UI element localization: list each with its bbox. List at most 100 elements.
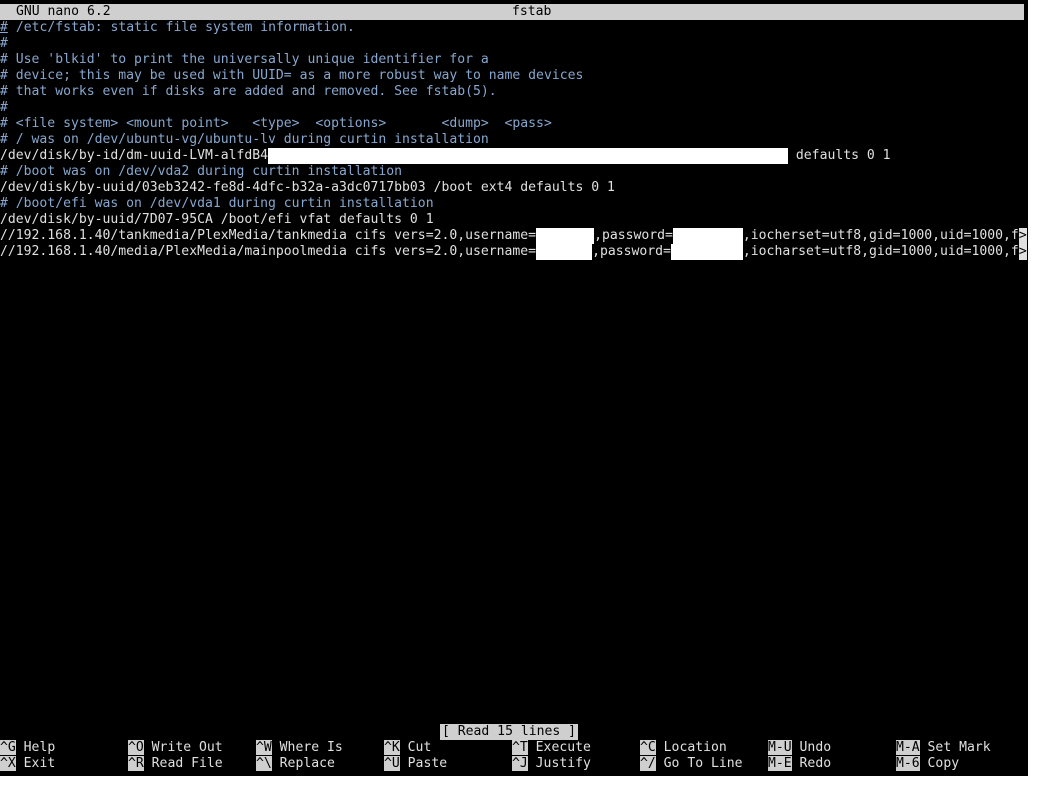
line-text: # <box>0 52 8 67</box>
line-text: /etc/fstab: static file system informati… <box>8 20 355 35</box>
redacted-block <box>536 228 595 244</box>
line-text: /dev/disk/by-id/dm-uuid-LVM-alfdB4 <box>0 148 269 163</box>
shortcut-location[interactable]: ^C Location <box>640 740 727 756</box>
line-text: Use 'blkid' to print the universally uni… <box>7 52 489 67</box>
line-text: /boot was on /dev/vda2 during curtin ins… <box>7 164 403 179</box>
editor-line[interactable]: # /boot/efi was on /dev/vda1 during curt… <box>0 196 434 212</box>
shortcut-label: Go To Line <box>663 756 743 771</box>
nano-title-bar: GNU nano 6.2 fstab <box>0 4 1024 20</box>
status-message: [ Read 15 lines ] <box>440 724 579 740</box>
line-text: ,password= <box>592 244 671 259</box>
shortcut-label: Set Mark <box>927 740 991 755</box>
shortcut-key: ^T <box>512 740 528 755</box>
file-name: fstab <box>512 4 552 19</box>
shortcut-paste[interactable]: ^U Paste <box>384 756 447 772</box>
line-text: # <box>0 68 8 83</box>
shortcut-read-file[interactable]: ^R Read File <box>128 756 223 772</box>
editor-line[interactable]: /dev/disk/by-id/dm-uuid-LVM-alfdB4 defau… <box>0 148 891 164</box>
shortcut-label: Where Is <box>279 740 343 755</box>
shortcut-execute[interactable]: ^T Execute <box>512 740 591 756</box>
line-text: that works even if disks are added and r… <box>7 84 497 99</box>
line-text: # <box>0 100 8 115</box>
redacted-block <box>268 148 789 164</box>
editor-line[interactable]: # / was on /dev/ubuntu-vg/ubuntu-lv duri… <box>0 132 489 148</box>
shortcut-redo[interactable]: M-E Redo <box>768 756 831 772</box>
shortcut-go-to-line[interactable]: ^/ Go To Line <box>640 756 743 772</box>
line-text: ,iocherset=utf8,gid=1000,uid=1000,f <box>742 228 1019 243</box>
shortcut-replace[interactable]: ^\ Replace <box>256 756 335 772</box>
editor-line[interactable]: # device; this may be used with UUID= as… <box>0 68 583 84</box>
shortcut-exit[interactable]: ^X Exit <box>0 756 55 772</box>
editor-line[interactable]: //192.168.1.40/media/PlexMedia/mainpoolm… <box>0 244 1027 260</box>
shortcut-label: Read File <box>151 756 223 771</box>
shortcut-label: Execute <box>535 740 591 755</box>
shortcut-label: Location <box>663 740 727 755</box>
line-text: # <box>0 116 8 131</box>
shortcut-key: ^K <box>384 740 400 755</box>
editor-line[interactable]: //192.168.1.40/tankmedia/PlexMedia/tankm… <box>0 228 1027 244</box>
shortcut-key: ^U <box>384 756 400 771</box>
shortcut-key: ^X <box>0 756 16 771</box>
shortcut-label: Replace <box>279 756 335 771</box>
terminal-window: GNU nano 6.2 fstab # /etc/fstab: static … <box>0 0 1028 776</box>
line-text: ,password= <box>594 228 673 243</box>
redacted-block <box>672 228 743 244</box>
shortcut-key: ^J <box>512 756 528 771</box>
line-text: <file system> <mount point> <type> <opti… <box>7 116 552 131</box>
shortcut-justify[interactable]: ^J Justify <box>512 756 591 772</box>
shortcut-label: Write Out <box>151 740 223 755</box>
line-text: # <box>0 36 8 51</box>
redacted-block <box>670 244 743 260</box>
shortcut-key: ^C <box>640 740 656 755</box>
shortcut-key: M-E <box>768 756 792 771</box>
shortcut-key: ^\ <box>256 756 272 771</box>
shortcut-where-is[interactable]: ^W Where Is <box>256 740 343 756</box>
line-text: # <box>0 164 8 179</box>
shortcut-key: ^R <box>128 756 144 771</box>
editor-line[interactable]: /dev/disk/by-uuid/03eb3242-fe8d-4dfc-b32… <box>0 180 615 196</box>
shortcut-label: Exit <box>23 756 56 771</box>
shortcut-label: Justify <box>535 756 591 771</box>
line-text: //192.168.1.40/tankmedia/PlexMedia/tankm… <box>0 228 537 243</box>
shortcut-key: M-6 <box>896 756 920 771</box>
text-cursor: # <box>0 20 8 35</box>
line-text: / was on /dev/ubuntu-vg/ubuntu-lv during… <box>7 132 489 147</box>
line-text: ,iocharset=utf8,gid=1000,uid=1000,f <box>742 244 1019 259</box>
shortcut-key: ^G <box>0 740 16 755</box>
editor-line[interactable]: # <file system> <mount point> <type> <op… <box>0 116 552 132</box>
shortcut-set-mark[interactable]: M-A Set Mark <box>896 740 991 756</box>
editor-line[interactable]: # /boot was on /dev/vda2 during curtin i… <box>0 164 402 180</box>
editor-line[interactable]: # /etc/fstab: static file system informa… <box>0 20 355 36</box>
shortcut-label: Redo <box>799 756 832 771</box>
shortcut-write-out[interactable]: ^O Write Out <box>128 740 223 756</box>
line-text: device; this may be used with UUID= as a… <box>7 68 584 83</box>
line-text: /boot/efi was on /dev/vda1 during curtin… <box>7 196 434 211</box>
shortcut-label: Cut <box>407 740 432 755</box>
shortcut-label: Copy <box>927 756 960 771</box>
shortcut-key: ^W <box>256 740 272 755</box>
line-text: # <box>0 132 8 147</box>
shortcut-label: Help <box>23 740 56 755</box>
shortcut-key: ^/ <box>640 756 656 771</box>
line-overflow-marker: > <box>1018 228 1027 244</box>
shortcut-cut[interactable]: ^K Cut <box>384 740 431 756</box>
editor-line[interactable]: /dev/disk/by-uuid/7D07-95CA /boot/efi vf… <box>0 212 434 228</box>
app-name: GNU nano 6.2 <box>16 4 111 19</box>
line-text: # <box>0 196 8 211</box>
shortcut-copy[interactable]: M-6 Copy <box>896 756 959 772</box>
shortcut-key: M-U <box>768 740 792 755</box>
shortcut-key: ^O <box>128 740 144 755</box>
shortcut-key: M-A <box>896 740 920 755</box>
editor-line[interactable]: # <box>0 100 8 116</box>
editor-line[interactable]: # that works even if disks are added and… <box>0 84 497 100</box>
shortcut-help[interactable]: ^G Help <box>0 740 55 756</box>
line-text: # <box>0 84 8 99</box>
line-text: defaults 0 1 <box>788 148 891 163</box>
editor-line[interactable]: # Use 'blkid' to print the universally u… <box>0 52 489 68</box>
editor-line[interactable]: # <box>0 36 8 52</box>
redacted-block <box>536 244 593 260</box>
line-text: //192.168.1.40/media/PlexMedia/mainpoolm… <box>0 244 537 259</box>
shortcut-undo[interactable]: M-U Undo <box>768 740 831 756</box>
shortcut-label: Paste <box>407 756 448 771</box>
line-overflow-marker: > <box>1018 244 1027 260</box>
